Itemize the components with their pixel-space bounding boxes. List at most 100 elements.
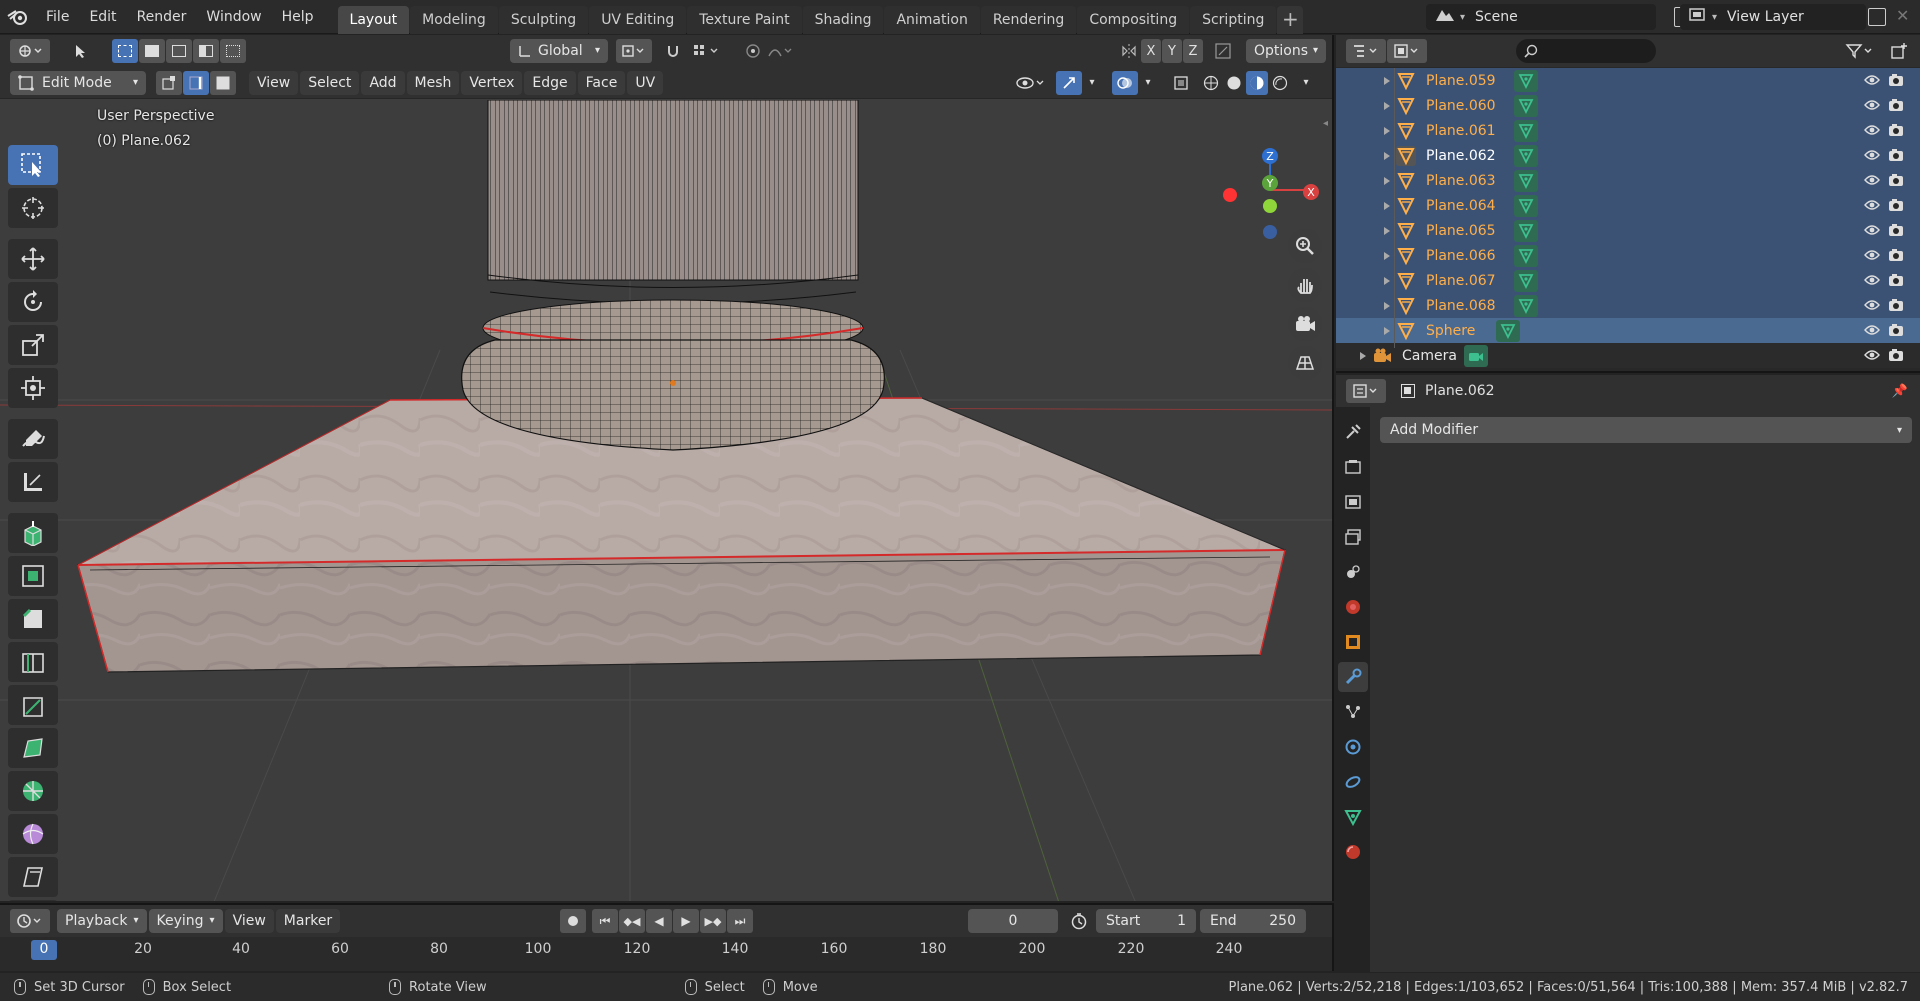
jump-to-start-icon[interactable]: ⏮ bbox=[592, 909, 618, 933]
mesh-data-icon[interactable] bbox=[1514, 145, 1538, 167]
expand-arrow-icon[interactable] bbox=[1384, 176, 1390, 185]
mesh-data-icon[interactable] bbox=[1514, 245, 1538, 267]
tab-compositing[interactable]: Compositing bbox=[1077, 5, 1190, 34]
menu-window[interactable]: Window bbox=[196, 0, 271, 34]
overlays-dropdown-icon[interactable]: ▾ bbox=[1138, 71, 1158, 95]
menu-face[interactable]: Face bbox=[577, 70, 626, 95]
expand-arrow-icon[interactable] bbox=[1384, 326, 1390, 335]
editor-type-button[interactable] bbox=[10, 39, 50, 63]
visibility-eye-icon[interactable] bbox=[1864, 324, 1880, 340]
render-camera-icon[interactable] bbox=[1888, 98, 1904, 116]
shading-dropdown-icon[interactable]: ▾ bbox=[1296, 71, 1316, 95]
mesh-data-icon[interactable] bbox=[1514, 120, 1538, 142]
inset-faces-tool-icon[interactable] bbox=[8, 556, 58, 596]
world-properties-icon[interactable] bbox=[1338, 592, 1368, 622]
select-intersect-mode-icon[interactable] bbox=[220, 39, 246, 63]
data-properties-icon[interactable] bbox=[1338, 802, 1368, 832]
outliner-row[interactable]: Camera bbox=[1336, 343, 1920, 368]
render-camera-icon[interactable] bbox=[1888, 298, 1904, 316]
display-mode-dropdown[interactable] bbox=[1387, 39, 1427, 63]
wireframe-shading-icon[interactable] bbox=[1200, 71, 1222, 95]
filter-dropdown[interactable] bbox=[1840, 39, 1880, 63]
pin-icon[interactable]: 📌 bbox=[1892, 384, 1908, 399]
rip-region-tool-icon[interactable] bbox=[8, 900, 58, 901]
outliner-editor-type-button[interactable] bbox=[1346, 39, 1386, 63]
render-camera-icon[interactable] bbox=[1888, 223, 1904, 241]
auto-keying-icon[interactable] bbox=[560, 909, 586, 933]
outliner-row[interactable]: Plane.061 bbox=[1336, 118, 1920, 143]
ortho-toggle-icon[interactable] bbox=[1288, 346, 1322, 380]
visibility-eye-icon[interactable] bbox=[1864, 99, 1880, 115]
render-camera-icon[interactable] bbox=[1888, 123, 1904, 141]
outliner-row[interactable]: Plane.062 bbox=[1336, 143, 1920, 168]
timeline-editor-type-button[interactable] bbox=[10, 909, 50, 933]
mesh-data-icon[interactable] bbox=[1514, 170, 1538, 192]
render-camera-icon[interactable] bbox=[1888, 198, 1904, 216]
outliner-row[interactable]: Plane.060 bbox=[1336, 93, 1920, 118]
modifier-properties-icon[interactable] bbox=[1338, 662, 1368, 692]
zoom-view-icon[interactable] bbox=[1288, 229, 1322, 263]
shear-tool-icon[interactable] bbox=[8, 857, 58, 897]
rendered-shading-icon[interactable] bbox=[1269, 71, 1291, 95]
visibility-eye-icon[interactable] bbox=[1864, 124, 1880, 140]
tab-texture-paint[interactable]: Texture Paint bbox=[687, 5, 802, 34]
outliner-row[interactable]: Plane.059 bbox=[1336, 68, 1920, 93]
render-camera-icon[interactable] bbox=[1888, 248, 1904, 266]
mesh-data-icon[interactable] bbox=[1514, 70, 1538, 92]
navigation-gizmo[interactable]: Z Y X bbox=[1215, 140, 1327, 240]
output-properties-icon[interactable] bbox=[1338, 487, 1368, 517]
tab-animation[interactable]: Animation bbox=[884, 5, 980, 34]
overlays-toggle-icon[interactable] bbox=[1112, 70, 1138, 95]
edge-select-icon[interactable] bbox=[183, 70, 209, 95]
expand-arrow-icon[interactable] bbox=[1384, 126, 1390, 135]
tab-sculpting[interactable]: Sculpting bbox=[498, 5, 589, 34]
xray-toggle-icon[interactable] bbox=[1168, 71, 1194, 95]
3d-viewport[interactable]: Global ▾ X Y Z Options ▾ Edit Mode ▾ Vie… bbox=[0, 35, 1334, 901]
bevel-tool-icon[interactable] bbox=[8, 599, 58, 639]
play-reverse-icon[interactable]: ◀ bbox=[646, 909, 672, 933]
outliner-row[interactable]: Sphere bbox=[1336, 318, 1920, 343]
playback-dropdown[interactable]: Playback ▾ bbox=[57, 909, 147, 933]
new-collection-icon[interactable] bbox=[1886, 39, 1912, 63]
preview-range-icon[interactable] bbox=[1066, 909, 1092, 933]
new-view-layer-icon[interactable] bbox=[1868, 8, 1886, 26]
scene-properties-icon[interactable] bbox=[1338, 557, 1368, 587]
menu-select[interactable]: Select bbox=[300, 70, 360, 95]
mode-dropdown[interactable]: Edit Mode ▾ bbox=[10, 70, 146, 95]
gizmo-toggle-icon[interactable] bbox=[1056, 70, 1082, 95]
pivot-point-dropdown[interactable] bbox=[616, 39, 652, 63]
cursor-tool-icon[interactable] bbox=[67, 39, 93, 63]
tab-uv-editing[interactable]: UV Editing bbox=[589, 5, 687, 34]
jump-to-end-icon[interactable]: ⏭ bbox=[727, 909, 753, 933]
render-camera-icon[interactable] bbox=[1888, 348, 1904, 366]
knife-tool-icon[interactable] bbox=[8, 685, 58, 725]
poly-build-tool-icon[interactable] bbox=[8, 728, 58, 768]
tab-rendering[interactable]: Rendering bbox=[980, 5, 1077, 34]
tab-scripting[interactable]: Scripting bbox=[1190, 5, 1277, 34]
select-box-mode-icon[interactable] bbox=[112, 39, 138, 63]
loop-cut-tool-icon[interactable] bbox=[8, 642, 58, 682]
visibility-eye-icon[interactable] bbox=[1864, 274, 1880, 290]
pan-view-icon[interactable] bbox=[1288, 268, 1322, 302]
outliner-row[interactable]: Plane.067 bbox=[1336, 268, 1920, 293]
timeline-menu-view[interactable]: View bbox=[224, 909, 274, 933]
properties-editor-type-button[interactable] bbox=[1346, 379, 1386, 403]
constraint-properties-icon[interactable] bbox=[1338, 767, 1368, 797]
outliner-search-input[interactable] bbox=[1516, 39, 1656, 63]
visibility-eye-icon[interactable] bbox=[1864, 74, 1880, 90]
timeline-ruler[interactable]: 0 20 40 60 80 100 120 140 160 180 200 22… bbox=[0, 937, 1332, 971]
mirror-y-toggle[interactable]: Y bbox=[1162, 39, 1182, 63]
mesh-data-icon[interactable] bbox=[1514, 195, 1538, 217]
particle-properties-icon[interactable] bbox=[1338, 697, 1368, 727]
visibility-eye-icon[interactable] bbox=[1864, 174, 1880, 190]
extrude-tool-icon[interactable] bbox=[8, 513, 58, 553]
add-modifier-dropdown[interactable]: Add Modifier ▾ bbox=[1380, 417, 1912, 443]
object-properties-icon[interactable] bbox=[1338, 627, 1368, 657]
play-icon[interactable]: ▶ bbox=[673, 909, 699, 933]
outliner-row[interactable]: Plane.064 bbox=[1336, 193, 1920, 218]
tab-modeling[interactable]: Modeling bbox=[410, 5, 498, 34]
select-subtract-mode-icon[interactable] bbox=[166, 39, 192, 63]
expand-arrow-icon[interactable] bbox=[1384, 101, 1390, 110]
auto-merge-icon[interactable] bbox=[1210, 39, 1236, 63]
transform-tool-icon[interactable] bbox=[8, 368, 58, 408]
